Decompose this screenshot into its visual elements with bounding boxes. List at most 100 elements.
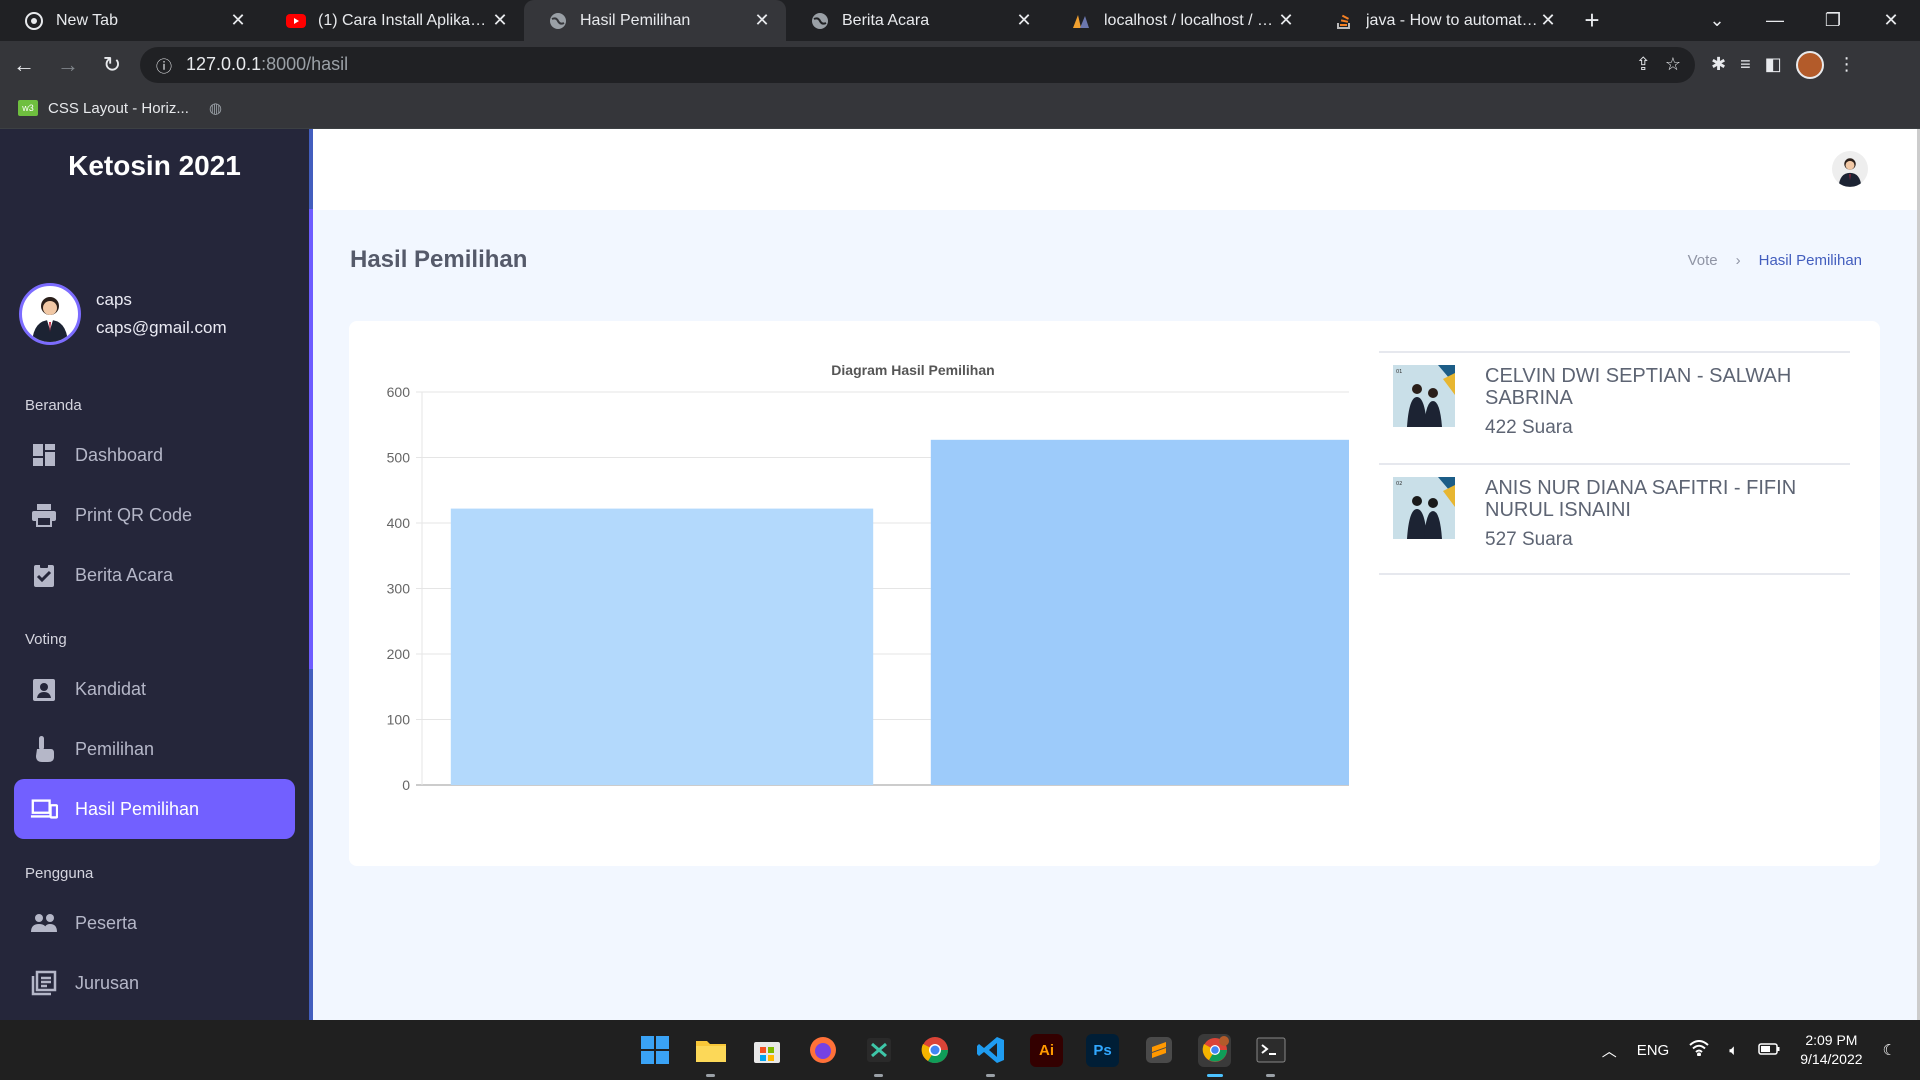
- sidebar: Ketosin 2021 caps caps@gmail.com Beranda…: [0, 129, 313, 1020]
- y-tick-label: 300: [387, 581, 411, 597]
- file-explorer-icon[interactable]: [694, 1034, 727, 1077]
- sidebar-item-peserta[interactable]: Peserta: [14, 893, 295, 953]
- share-icon[interactable]: ⇪: [1636, 54, 1651, 75]
- address-bar[interactable]: ⓘ 127.0.0.1:8000/hasil ⇪ ☆: [140, 46, 1695, 83]
- sublime-icon[interactable]: [1142, 1034, 1175, 1067]
- restore-button[interactable]: ❐: [1804, 0, 1862, 41]
- tab-youtube[interactable]: (1) Cara Install Aplikasi Web ✕: [262, 0, 524, 41]
- sidebar-item-dashboard[interactable]: Dashboard: [14, 425, 295, 485]
- browser-tab-bar: New Tab ✕ (1) Cara Install Aplikasi Web …: [0, 0, 1920, 41]
- breadcrumb-vote[interactable]: Vote: [1688, 252, 1718, 269]
- xampp-icon[interactable]: [862, 1034, 895, 1077]
- results-chart: Diagram Hasil Pemilihan 0 100 200 300 400 500 6…: [349, 321, 1449, 866]
- sidebar-item-jurusan[interactable]: Jurusan: [14, 953, 295, 1013]
- close-icon[interactable]: ✕: [1276, 10, 1296, 31]
- user-menu-avatar[interactable]: [1832, 151, 1868, 187]
- close-icon[interactable]: ✕: [1538, 10, 1558, 31]
- hand-pointer-icon: [30, 735, 58, 763]
- reload-button[interactable]: ↻: [92, 45, 132, 85]
- chrome-icon: [24, 11, 44, 31]
- sidebar-item-label: Jurusan: [75, 972, 140, 993]
- w3schools-icon: w3: [18, 100, 38, 116]
- menu-section-beranda: Beranda: [25, 396, 82, 414]
- sidebar-item-label: Kandidat: [75, 678, 147, 699]
- youtube-icon: [286, 11, 306, 31]
- notification-icon[interactable]: ☾: [1883, 1041, 1896, 1059]
- photoshop-icon[interactable]: Ps: [1086, 1033, 1119, 1067]
- menu-kebab-icon[interactable]: ⋮: [1838, 54, 1856, 75]
- close-window-button[interactable]: ✕: [1862, 0, 1920, 41]
- tab-search-icon[interactable]: ⌄: [1688, 0, 1746, 41]
- firefox-icon[interactable]: [806, 1034, 839, 1067]
- devices-icon: [30, 795, 58, 823]
- chrome-icon[interactable]: [918, 1034, 951, 1067]
- vscode-icon[interactable]: [974, 1034, 1007, 1077]
- user-name: caps: [96, 289, 132, 309]
- tab-berita-acara[interactable]: Berita Acara ✕: [786, 0, 1048, 41]
- top-navbar: [313, 129, 1920, 210]
- new-tab-button[interactable]: +: [1572, 1, 1612, 41]
- back-button[interactable]: ←: [4, 45, 44, 85]
- candidate-name: CELVIN DWI SEPTIAN - SALWAH SABRINA: [1485, 365, 1792, 409]
- tab-hasil-pemilihan[interactable]: Hasil Pemilihan ✕: [524, 0, 786, 41]
- running-indicator: [1266, 1073, 1275, 1077]
- phpmyadmin-icon: [1072, 11, 1092, 31]
- bookmark-css-layout[interactable]: CSS Layout - Horiz...: [48, 100, 189, 117]
- language-indicator[interactable]: ENG: [1637, 1042, 1670, 1059]
- bookmark-star-icon[interactable]: ☆: [1665, 54, 1681, 75]
- sidebar-item-hasil-pemilihan[interactable]: Hasil Pemilihan: [14, 779, 295, 839]
- window-controls: ⌄ — ❐ ✕: [1688, 0, 1920, 41]
- breadcrumb-separator: ›: [1735, 252, 1741, 269]
- sidebar-item-label: Hasil Pemilihan: [75, 798, 200, 819]
- running-indicator: [986, 1073, 995, 1077]
- close-icon[interactable]: ✕: [228, 10, 248, 31]
- tab-phpmyadmin[interactable]: localhost / localhost / db_s ✕: [1048, 0, 1310, 41]
- y-tick-label: 0: [402, 777, 410, 793]
- chart-title: Diagram Hasil Pemilihan: [831, 362, 994, 378]
- menu-section-voting: Voting: [25, 630, 67, 648]
- candidate-votes: 527 Suara: [1485, 529, 1573, 550]
- chrome-profile-icon[interactable]: [1198, 1033, 1231, 1077]
- tab-label: Hasil Pemilihan: [580, 11, 691, 29]
- wifi-icon[interactable]: [1689, 1040, 1709, 1060]
- close-icon[interactable]: ✕: [490, 10, 510, 31]
- sidebar-item-kandidat[interactable]: Kandidat: [14, 659, 295, 719]
- list-item: 01 CELVIN DWI SEPTIAN - SALWAH SABRINA 4…: [1379, 351, 1850, 463]
- volume-icon[interactable]: 🔈︎: [1729, 1042, 1738, 1059]
- sidebar-item-print-qr-code[interactable]: Print QR Code: [14, 485, 295, 545]
- user-profile: caps caps@gmail.com: [0, 209, 309, 385]
- media-control-icon[interactable]: ≡: [1740, 54, 1751, 75]
- y-tick-label: 100: [387, 712, 411, 728]
- tab-stackoverflow[interactable]: java - How to automatically ✕: [1310, 0, 1572, 41]
- profile-avatar[interactable]: [1795, 50, 1824, 79]
- minimize-button[interactable]: —: [1746, 0, 1804, 41]
- sidebar-item-label: Print QR Code: [75, 504, 193, 525]
- battery-icon[interactable]: [1758, 1042, 1780, 1059]
- side-panel-icon[interactable]: ◧: [1765, 54, 1782, 75]
- sidebar-item-label: Peserta: [75, 912, 138, 933]
- page-title: Hasil Pemilihan: [350, 246, 528, 273]
- sidebar-item-berita-acara[interactable]: Berita Acara: [14, 545, 295, 605]
- close-icon[interactable]: ✕: [1014, 10, 1034, 31]
- info-icon[interactable]: ⓘ: [156, 53, 172, 77]
- breadcrumb: Vote › Hasil Pemilihan: [1688, 252, 1862, 269]
- terminal-icon[interactable]: [1254, 1034, 1287, 1077]
- forward-button[interactable]: →: [48, 45, 88, 85]
- brand-logo[interactable]: Ketosin 2021: [0, 129, 309, 209]
- avatar: [19, 282, 81, 345]
- running-indicator: [706, 1073, 715, 1077]
- tab-new-tab[interactable]: New Tab ✕: [0, 0, 262, 41]
- illustrator-icon[interactable]: Ai: [1030, 1033, 1063, 1067]
- list-item: 02 ANIS NUR DIANA SAFITRI - FIFIN NURUL …: [1379, 463, 1850, 575]
- sidebar-item-pemilihan[interactable]: Pemilihan: [14, 719, 295, 779]
- main-content: Hasil Pemilihan Vote › Hasil Pemilihan D…: [313, 210, 1920, 1020]
- clock[interactable]: 2:09 PM 9/14/2022: [1800, 1031, 1862, 1069]
- extensions-icon[interactable]: ✱: [1711, 54, 1726, 75]
- globe-icon[interactable]: ◍: [209, 99, 222, 117]
- running-indicator: [874, 1073, 883, 1077]
- y-tick-label: 600: [387, 384, 411, 400]
- windows-start-icon[interactable]: [638, 1034, 671, 1067]
- chevron-up-icon[interactable]: ︿: [1602, 1040, 1617, 1061]
- store-icon[interactable]: [750, 1034, 783, 1067]
- close-icon[interactable]: ✕: [752, 10, 772, 31]
